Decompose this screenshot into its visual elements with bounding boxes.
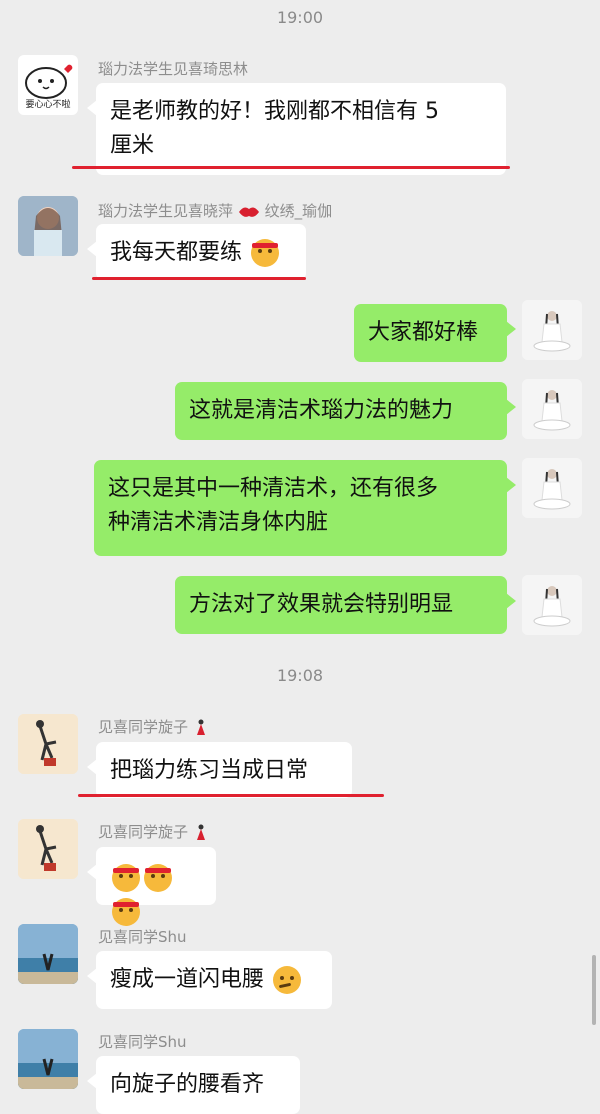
message-bubble-incoming[interactable]: 向旋子的腰看齐: [87, 1056, 300, 1114]
meditation-avatar-icon: [522, 575, 582, 635]
message-text: 把瑙力练习当成日常: [110, 758, 309, 783]
message-text: 这只是其中一种清洁术，还有很多: [108, 476, 439, 501]
avatar-yoga-pose[interactable]: [18, 819, 78, 879]
photo-avatar-icon: [18, 196, 78, 256]
message-text: 厘米: [110, 133, 155, 158]
message-bubble-incoming[interactable]: 是老师教的好！我刚都不相信有 5 厘米: [87, 83, 506, 175]
meditation-avatar-icon: [522, 458, 582, 518]
avatar-self-meditation[interactable]: [522, 458, 582, 518]
beach-avatar-icon: [18, 1029, 78, 1089]
message-text: 瘦成一道闪电腰: [110, 967, 265, 992]
beach-avatar-icon: [18, 924, 78, 984]
message-bubble-incoming[interactable]: 我每天都要练: [87, 224, 306, 280]
scrollbar[interactable]: [592, 955, 596, 1025]
sender-name: 见喜同学旋子: [98, 821, 209, 842]
sender-name: 见喜同学旋子: [98, 716, 209, 737]
avatar-caption: 要心心不啦: [25, 100, 71, 110]
sender-name: 瑙力法学生见喜琦思林: [98, 60, 249, 78]
dancer-icon: [196, 824, 205, 840]
message-bubble-incoming[interactable]: [87, 847, 216, 926]
avatar-self-meditation[interactable]: [522, 300, 582, 360]
highlight-underline: [78, 794, 384, 797]
message-text: 我每天都要练: [110, 240, 243, 265]
timestamp: 19:08: [276, 666, 324, 685]
avatar-cartoon[interactable]: 要心心不啦: [18, 55, 78, 115]
shushing-face-icon: [144, 864, 172, 892]
timestamp: 19:00: [276, 8, 324, 27]
lips-icon: [238, 207, 259, 217]
avatar-beach-photo[interactable]: [18, 1029, 78, 1089]
meditation-avatar-icon: [522, 379, 582, 439]
message-text: 向旋子的腰看齐: [110, 1072, 265, 1097]
dancer-icon: [196, 719, 205, 735]
thinking-face-icon: [273, 966, 302, 994]
message-text: 种清洁术清洁身体内脏: [108, 510, 329, 535]
yoga-avatar-icon: [18, 819, 78, 879]
message-bubble-outgoing[interactable]: 这只是其中一种清洁术，还有很多 种清洁术清洁身体内脏: [94, 460, 516, 556]
message-bubble-incoming[interactable]: 把瑙力练习当成日常: [87, 742, 352, 798]
message-text: 大家都好棒: [368, 320, 479, 345]
avatar-yoga-pose[interactable]: [18, 714, 78, 774]
highlight-underline: [92, 277, 306, 280]
sender-name: 见喜同学Shu: [98, 928, 187, 946]
sender-name: 瑙力法学生见喜晓萍 纹绣_瑜伽: [98, 202, 333, 220]
message-bubble-outgoing[interactable]: 大家都好棒: [354, 304, 516, 362]
message-bubble-outgoing[interactable]: 这就是清洁术瑙力法的魅力: [175, 382, 516, 440]
message-text: 是老师教的好！我刚都不相信有 5: [110, 99, 439, 124]
avatar-self-meditation[interactable]: [522, 379, 582, 439]
message-bubble-outgoing[interactable]: 方法对了效果就会特别明显: [175, 576, 516, 634]
message-text: 方法对了效果就会特别明显: [189, 592, 454, 617]
sender-name: 见喜同学Shu: [98, 1033, 187, 1051]
highlight-underline: [72, 166, 510, 169]
avatar-photo-girl[interactable]: [18, 196, 78, 256]
yoga-avatar-icon: [18, 714, 78, 774]
avatar-beach-photo[interactable]: [18, 924, 78, 984]
avatar-self-meditation[interactable]: [522, 575, 582, 635]
determined-face-icon: [251, 239, 280, 267]
message-text: 这就是清洁术瑙力法的魅力: [189, 398, 454, 423]
shushing-face-icon: [112, 864, 140, 892]
meditation-avatar-icon: [522, 300, 582, 360]
shushing-face-icon: [112, 898, 140, 926]
message-bubble-incoming[interactable]: 瘦成一道闪电腰: [87, 951, 332, 1009]
